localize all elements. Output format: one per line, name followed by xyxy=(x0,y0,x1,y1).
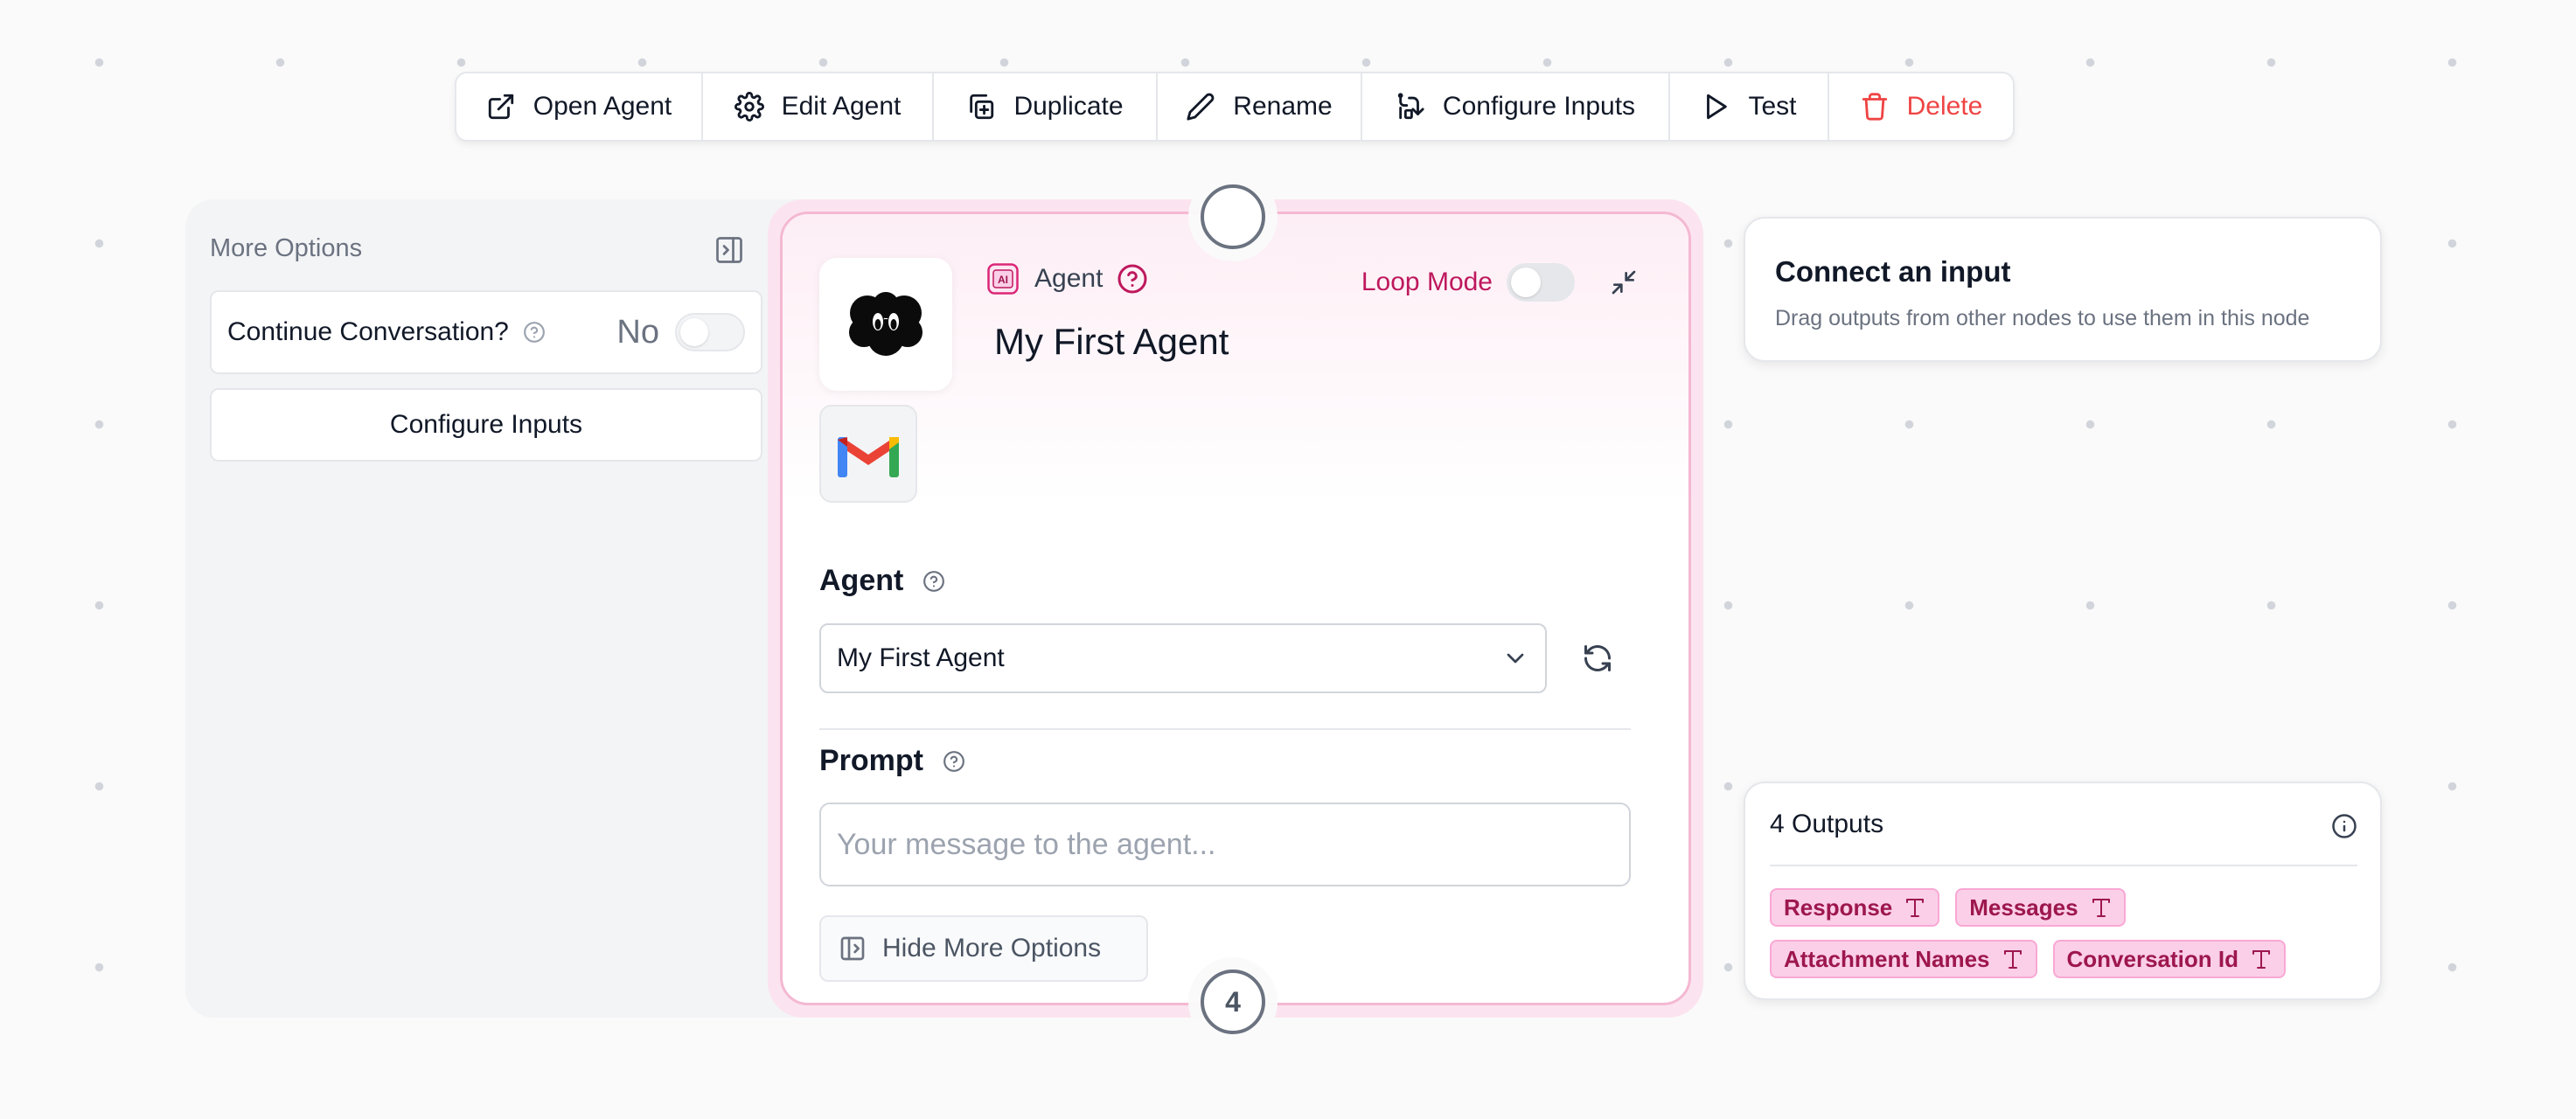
output-chip-label: Attachment Names xyxy=(1784,945,1990,972)
duplicate-button[interactable]: Duplicate xyxy=(934,73,1158,140)
open-agent-label: Open Agent xyxy=(533,92,672,121)
panel-collapse-icon xyxy=(716,237,742,263)
rename-label: Rename xyxy=(1233,92,1333,121)
more-options-panel: More Options Continue Conversation? No C… xyxy=(185,199,797,1018)
configure-inputs-label: Configure Inputs xyxy=(1442,92,1636,121)
outputs-divider xyxy=(1770,865,2357,866)
edit-agent-button[interactable]: Edit Agent xyxy=(703,73,934,140)
sidebar-panel-icon xyxy=(840,936,865,961)
agent-node-card: AI Agent My First Agent Loop Mode Agent … xyxy=(780,212,1691,1005)
duplicate-label: Duplicate xyxy=(1013,92,1124,121)
delete-button[interactable]: Delete xyxy=(1829,73,2013,140)
output-chip-attachment-names[interactable]: Attachment Names xyxy=(1770,940,2037,978)
agent-select-value: My First Agent xyxy=(837,643,1005,672)
output-chip-label: Response xyxy=(1784,893,1893,921)
node-toolbar: Open Agent Edit Agent Duplicate Rename C… xyxy=(455,72,2015,142)
agent-blob-icon xyxy=(849,292,922,356)
collapse-panel-button[interactable] xyxy=(714,234,745,266)
text-type-icon xyxy=(2252,950,2270,969)
output-chip-label: Conversation Id xyxy=(2066,945,2238,972)
help-icon[interactable] xyxy=(943,750,965,773)
gear-icon xyxy=(734,92,764,122)
agent-avatar xyxy=(819,258,952,391)
configure-inputs-button[interactable]: Configure Inputs xyxy=(1362,73,1670,140)
gmail-icon xyxy=(838,437,899,477)
configure-inputs-panel-button[interactable]: Configure Inputs xyxy=(210,388,762,462)
info-icon[interactable] xyxy=(2331,813,2357,839)
continue-conversation-row: Continue Conversation? No xyxy=(210,290,762,374)
minimize-icon[interactable] xyxy=(1610,268,1638,296)
continue-conversation-label: Continue Conversation? xyxy=(227,317,509,346)
rename-button[interactable]: Rename xyxy=(1158,73,1362,140)
gmail-integration-chip xyxy=(819,405,917,503)
agent-section-label: Agent xyxy=(819,564,945,598)
more-options-title: More Options xyxy=(210,234,363,262)
text-type-icon xyxy=(2092,899,2110,917)
outputs-card: 4 Outputs Response Messages Attachment N… xyxy=(1744,782,2382,1000)
agent-node[interactable]: AI Agent My First Agent Loop Mode Agent … xyxy=(768,199,1703,1018)
connect-input-title: Connect an input xyxy=(1775,255,2011,288)
node-type-row: AI Agent xyxy=(987,263,1148,295)
test-button[interactable]: Test xyxy=(1670,73,1829,140)
output-chips: Response Messages Attachment Names Conve… xyxy=(1770,888,2364,978)
continue-conversation-value: No xyxy=(616,313,659,351)
delete-label: Delete xyxy=(1906,92,1983,121)
ai-badge-icon: AI xyxy=(987,263,1019,295)
connect-input-description: Drag outputs from other nodes to use the… xyxy=(1775,306,2310,330)
prompt-section-text: Prompt xyxy=(819,744,923,777)
trash-icon xyxy=(1862,93,1887,121)
text-type-icon xyxy=(1906,899,1925,917)
hide-more-options-button[interactable]: Hide More Options xyxy=(819,915,1148,982)
agent-select[interactable]: My First Agent xyxy=(819,623,1547,693)
loop-mode-label: Loop Mode xyxy=(1361,268,1493,296)
prompt-input[interactable] xyxy=(819,803,1631,886)
output-handle[interactable]: 4 xyxy=(1201,970,1265,1034)
edit-agent-label: Edit Agent xyxy=(781,92,902,121)
chevron-down-icon xyxy=(1507,653,1524,664)
output-chip-messages[interactable]: Messages xyxy=(1955,888,2126,927)
outputs-title: 4 Outputs xyxy=(1770,810,1884,838)
ai-badge-text: AI xyxy=(998,274,1008,286)
hide-more-options-label: Hide More Options xyxy=(882,934,1102,963)
text-type-icon xyxy=(2003,950,2022,969)
configure-inputs-icon xyxy=(1397,93,1424,120)
question-circle-icon[interactable] xyxy=(1117,263,1148,295)
help-icon[interactable] xyxy=(523,321,546,344)
play-icon xyxy=(1707,94,1728,120)
agent-section-text: Agent xyxy=(819,564,904,597)
toggle-knob xyxy=(1511,268,1541,297)
output-chip-response[interactable]: Response xyxy=(1770,888,1940,927)
section-divider xyxy=(819,728,1631,730)
pencil-icon xyxy=(1187,93,1215,121)
loop-mode-toggle[interactable] xyxy=(1507,263,1575,302)
node-title[interactable]: My First Agent xyxy=(994,321,1229,363)
input-handle[interactable] xyxy=(1201,184,1265,249)
duplicate-icon xyxy=(970,94,994,120)
help-icon[interactable] xyxy=(922,570,945,593)
open-agent-button[interactable]: Open Agent xyxy=(456,73,703,140)
continue-conversation-toggle[interactable] xyxy=(675,313,745,351)
prompt-section-label: Prompt xyxy=(819,744,965,778)
node-type-label: Agent xyxy=(1034,264,1104,293)
loop-mode-row: Loop Mode xyxy=(1361,263,1638,302)
toggle-knob xyxy=(680,318,708,346)
output-chip-label: Messages xyxy=(1969,893,2078,921)
output-chip-conversation-id[interactable]: Conversation Id xyxy=(2052,940,2286,978)
connect-input-card: Connect an input Drag outputs from other… xyxy=(1744,217,2382,362)
external-link-icon xyxy=(488,94,513,120)
test-label: Test xyxy=(1748,92,1797,121)
refresh-icon[interactable] xyxy=(1582,643,1613,674)
